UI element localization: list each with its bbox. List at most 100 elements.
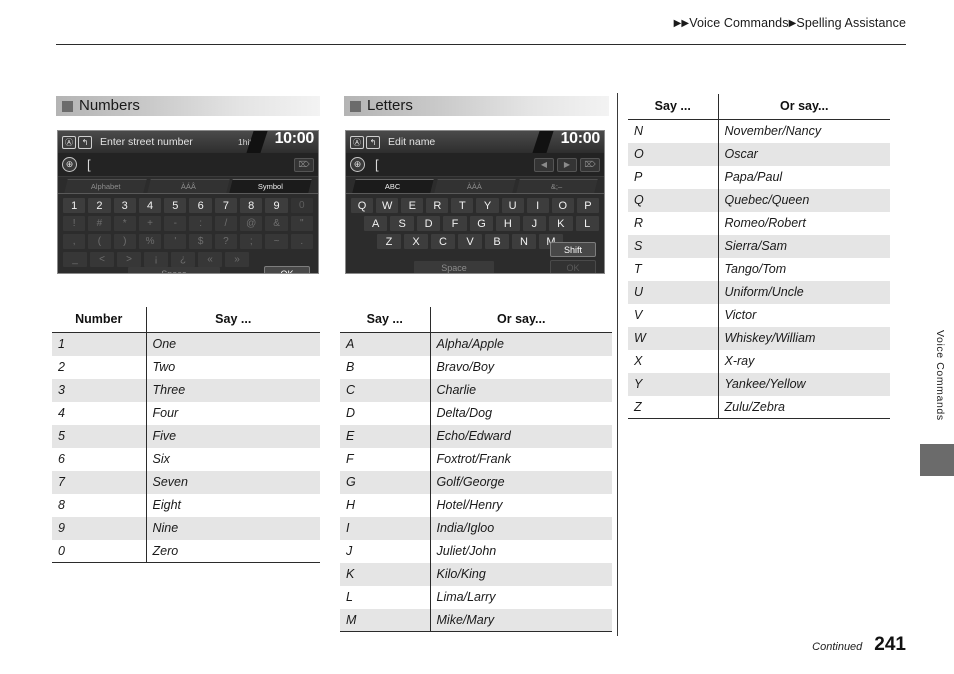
key-Y[interactable]: Y xyxy=(476,198,499,213)
key-3[interactable]: 3 xyxy=(113,198,136,213)
key-9[interactable]: 9 xyxy=(265,198,288,213)
shift-button[interactable]: Shift xyxy=(550,242,596,257)
cell-number: 8 xyxy=(52,493,147,517)
key-exclaim[interactable]: ! xyxy=(63,216,86,231)
key-C[interactable]: C xyxy=(431,234,455,249)
keyboard-row-asdf: A S D F G H J K L xyxy=(351,216,599,231)
key-V[interactable]: V xyxy=(458,234,482,249)
tab-accents[interactable]: ÀÀÀ xyxy=(434,179,516,193)
key-S[interactable]: S xyxy=(390,216,414,231)
tab-symbols-label: &;– xyxy=(551,182,563,191)
key-less-than[interactable]: < xyxy=(90,252,114,267)
key-question[interactable]: ? xyxy=(214,234,238,249)
cell-letter: V xyxy=(628,303,719,327)
key-X[interactable]: X xyxy=(404,234,428,249)
table-row: H Hotel/Henry xyxy=(340,493,612,517)
back-icon[interactable]: ↰ xyxy=(366,135,380,149)
key-hash[interactable]: # xyxy=(88,216,111,231)
device-input-row-letters[interactable]: ⊕ [ ◀ ▶ ⌦ xyxy=(346,153,604,177)
key-4[interactable]: 4 xyxy=(138,198,162,213)
key-6[interactable]: 6 xyxy=(189,198,212,213)
device-titlebar-numbers: Ⓐ ↰ Enter street number 1hits 10:00 xyxy=(58,131,318,153)
device-bottom-numbers: Space OK xyxy=(58,266,318,273)
key-7[interactable]: 7 xyxy=(214,198,238,213)
home-icon[interactable]: Ⓐ xyxy=(62,135,76,149)
ok-button-numbers[interactable]: OK xyxy=(264,266,310,273)
clock-wedge xyxy=(246,131,268,153)
home-icon[interactable]: Ⓐ xyxy=(350,135,364,149)
key-H[interactable]: H xyxy=(496,216,520,231)
key-G[interactable]: G xyxy=(469,216,494,231)
key-J[interactable]: J xyxy=(522,216,547,231)
key-D[interactable]: D xyxy=(416,216,441,231)
key-W[interactable]: W xyxy=(376,198,399,213)
tab-accents[interactable]: ÀÁÂ xyxy=(146,179,230,193)
key-0[interactable]: 0 xyxy=(290,198,313,213)
cell-words: X-ray xyxy=(724,354,755,368)
key-I[interactable]: I xyxy=(526,198,549,213)
key-Q[interactable]: Q xyxy=(351,198,374,213)
arrow-right-icon[interactable]: ▶ xyxy=(557,157,577,172)
key-ampersand[interactable]: & xyxy=(265,216,288,231)
key-plus[interactable]: + xyxy=(138,216,162,231)
key-inverted-question[interactable]: ¿ xyxy=(171,252,195,267)
key-F[interactable]: F xyxy=(443,216,467,231)
space-key-letters[interactable]: Space xyxy=(414,261,494,273)
key-comma[interactable]: , xyxy=(63,234,86,249)
globe-icon[interactable]: ⊕ xyxy=(62,157,77,172)
back-icon[interactable]: ↰ xyxy=(78,135,92,149)
key-T[interactable]: T xyxy=(451,198,474,213)
key-L[interactable]: L xyxy=(575,216,599,231)
cell-letter: K xyxy=(340,562,431,586)
delete-icon[interactable]: ⌦ xyxy=(294,157,314,172)
space-key-numbers[interactable]: Space xyxy=(128,267,220,273)
key-period[interactable]: . xyxy=(290,234,313,249)
key-paren-close[interactable]: ) xyxy=(113,234,136,249)
globe-icon[interactable]: ⊕ xyxy=(350,157,365,172)
table-row: L Lima/Larry xyxy=(340,585,612,609)
tab-abc[interactable]: ABC xyxy=(352,179,434,193)
key-greater-than[interactable]: > xyxy=(117,252,141,267)
key-asterisk[interactable]: * xyxy=(113,216,136,231)
key-K[interactable]: K xyxy=(549,216,573,231)
key-colon[interactable]: : xyxy=(189,216,212,231)
device-input-row-numbers[interactable]: ⊕ [ ⌦ xyxy=(58,153,318,177)
key-E[interactable]: E xyxy=(401,198,424,213)
key-P[interactable]: P xyxy=(576,198,599,213)
tab-alphabet[interactable]: Alphabet xyxy=(64,179,147,193)
key-N[interactable]: N xyxy=(512,234,536,249)
key-slash[interactable]: / xyxy=(214,216,238,231)
key-1[interactable]: 1 xyxy=(63,198,86,213)
key-2[interactable]: 2 xyxy=(88,198,111,213)
key-at[interactable]: @ xyxy=(240,216,263,231)
key-dollar[interactable]: $ xyxy=(189,234,212,249)
key-U[interactable]: U xyxy=(501,198,524,213)
key-tilde[interactable]: ~ xyxy=(265,234,288,249)
cell-letter: Z xyxy=(628,395,719,419)
key-inverted-exclaim[interactable]: ¡ xyxy=(144,252,168,267)
key-paren-open[interactable]: ( xyxy=(88,234,111,249)
key-5[interactable]: 5 xyxy=(164,198,187,213)
key-B[interactable]: B xyxy=(485,234,509,249)
key-O[interactable]: O xyxy=(551,198,574,213)
key-underscore[interactable]: _ xyxy=(63,252,87,267)
tab-symbol[interactable]: Symbol xyxy=(229,179,312,193)
key-quote[interactable]: " xyxy=(290,216,313,231)
key-guillemet-left[interactable]: « xyxy=(198,252,222,267)
key-Z[interactable]: Z xyxy=(377,234,401,249)
cell-letter: B xyxy=(340,355,431,379)
delete-icon[interactable]: ⌦ xyxy=(580,157,600,172)
key-semicolon[interactable]: ; xyxy=(240,234,263,249)
key-A[interactable]: A xyxy=(364,216,388,231)
cell-letter: F xyxy=(340,447,431,471)
key-apostrophe[interactable]: ' xyxy=(164,234,187,249)
key-guillemet-right[interactable]: » xyxy=(225,252,249,267)
key-percent[interactable]: % xyxy=(138,234,162,249)
ok-button-letters[interactable]: OK xyxy=(550,260,596,273)
arrow-left-icon[interactable]: ◀ xyxy=(534,157,554,172)
key-minus[interactable]: - xyxy=(164,216,187,231)
key-R[interactable]: R xyxy=(426,198,449,213)
key-8[interactable]: 8 xyxy=(240,198,263,213)
col-header-say: Say ... xyxy=(146,307,320,333)
tab-symbols[interactable]: &;– xyxy=(516,179,598,193)
